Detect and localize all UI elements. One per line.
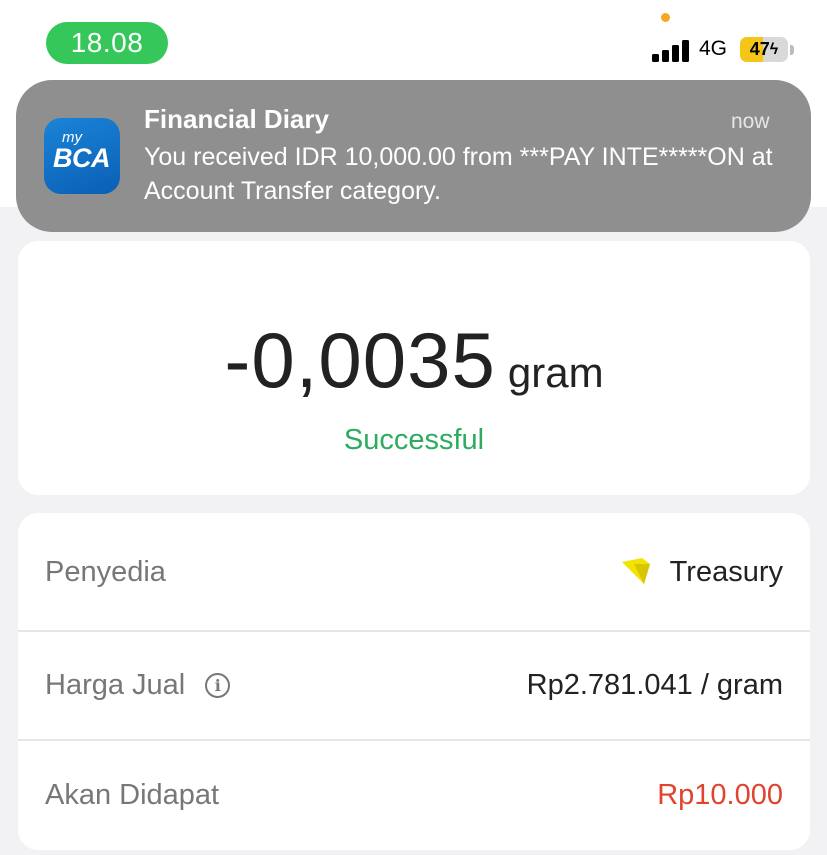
treasury-logo-icon [621,558,650,584]
notification-title: Financial Diary [144,104,329,134]
info-icon[interactable]: i [205,673,231,698]
amount-value: -0,0035 [224,316,496,404]
notification-banner[interactable]: my BCA Financial Diary now You received … [16,80,811,232]
cellular-signal-icon [652,38,692,62]
price-value: Rp2.781.041 / gram [526,669,783,701]
detail-row-price: Harga Jual i Rp2.781.041 / gram [18,632,810,739]
detail-row-receive: Akan Didapat Rp10.000 [18,741,810,849]
charging-bolt-icon: ϟ [769,40,779,58]
battery-tip [790,45,794,55]
detail-row-provider: Penyedia Treasury [18,513,810,631]
provider-label: Penyedia [45,555,166,588]
provider-value: Treasury [669,555,783,588]
transaction-status: Successful [343,424,485,456]
network-type-label: 4G [699,37,728,60]
receive-value: Rp10.000 [657,778,783,811]
privacy-indicator-dot [661,13,670,22]
receive-label: Akan Didapat [45,778,220,811]
notification-body: You received IDR 10,000.00 from ***PAY I… [144,143,773,205]
notification-time: now [731,110,770,133]
app-icon-label-large: BCA [53,143,111,173]
amount-row: -0,0035 gram [18,315,810,406]
amount-unit: gram [507,349,604,396]
price-label: Harga Jual [45,669,186,701]
transaction-amount-card: -0,0035 gram Successful [18,241,810,495]
battery-icon: 47 ϟ [740,37,788,62]
battery-percentage: 47 ϟ [749,39,779,59]
transaction-details-card: Penyedia Treasury Harga Jual i Rp2.781.0… [18,513,810,850]
provider-value-group: Treasury [620,556,783,589]
mybca-app-icon: my BCA [44,118,120,194]
status-bar-time[interactable]: 18.08 [46,22,168,64]
